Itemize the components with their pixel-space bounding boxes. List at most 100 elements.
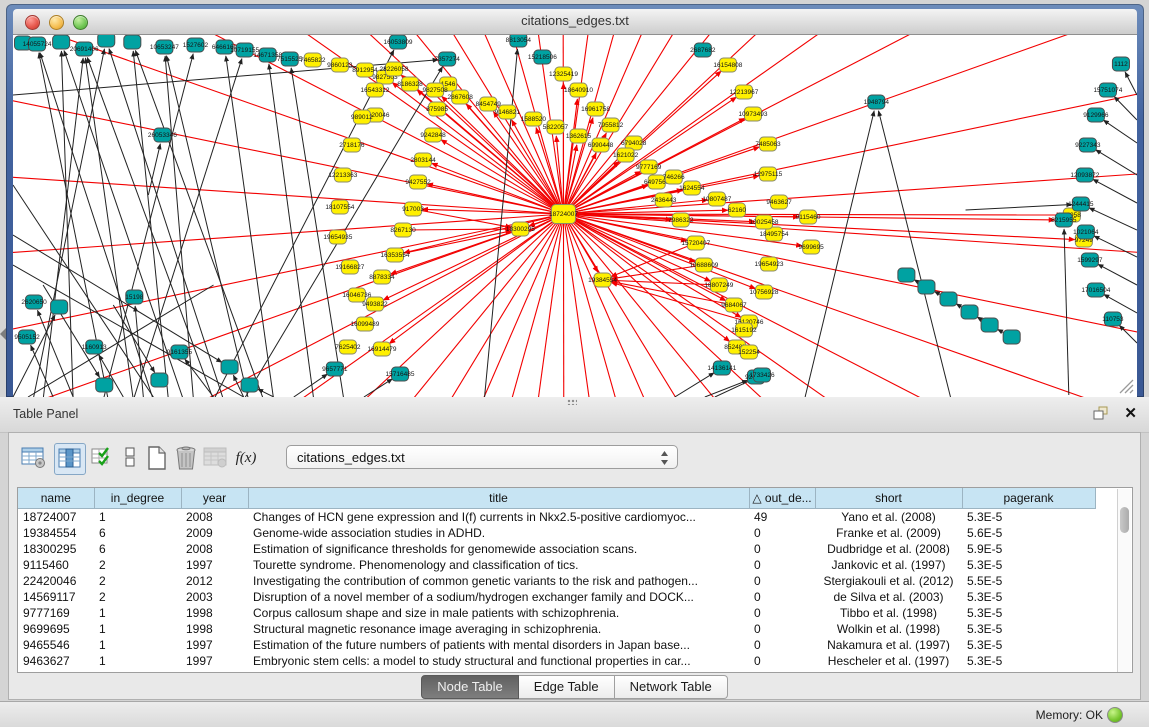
- network-node-7485063[interactable]: 7485063: [755, 137, 781, 151]
- network-node-15198[interactable]: 15198: [125, 290, 143, 304]
- column-header-filler[interactable]: [1095, 488, 1119, 509]
- table-row[interactable]: 1456911722003Disruption of a novel membe…: [18, 589, 1119, 605]
- table-row[interactable]: 2242004622012Investigating the contribut…: [18, 573, 1119, 589]
- network-node-875985[interactable]: 875985: [426, 102, 448, 116]
- network-node-1948794[interactable]: 1948794: [864, 95, 890, 109]
- panel-collapse-arrow-icon[interactable]: [0, 328, 6, 340]
- network-node-62160[interactable]: 62160: [728, 203, 746, 217]
- network-node[interactable]: [124, 35, 141, 49]
- column-header-name[interactable]: name: [18, 488, 94, 509]
- table-row[interactable]: 969969511998Structural magnetic resonanc…: [18, 621, 1119, 637]
- network-node-18300295[interactable]: 18300295: [506, 222, 535, 236]
- column-header-out_de[interactable]: △ out_de...: [749, 488, 815, 509]
- column-header-pagerank[interactable]: pagerank: [962, 488, 1095, 509]
- column-header-short[interactable]: short: [815, 488, 962, 509]
- network-node-9115460[interactable]: 9115460: [796, 210, 821, 224]
- table-row[interactable]: 1872400712008Changes of HCN gene express…: [18, 509, 1119, 526]
- scrollbar-thumb[interactable]: [1120, 507, 1129, 533]
- select-all-icon[interactable]: [88, 443, 118, 473]
- table-scrollbar[interactable]: [1117, 489, 1131, 672]
- tab-node-table[interactable]: Node Table: [421, 675, 519, 699]
- network-node-9227343[interactable]: 9227343: [1075, 138, 1101, 152]
- delete-table-icon[interactable]: [171, 443, 201, 473]
- network-node-7955812[interactable]: 7955812: [598, 118, 624, 132]
- network-node-7357274[interactable]: 7357274: [434, 52, 460, 66]
- network-node-2803144[interactable]: 2803144: [410, 153, 436, 167]
- function-builder-icon[interactable]: f(x): [231, 443, 261, 473]
- network-node[interactable]: [51, 300, 68, 314]
- table-row[interactable]: 946554611997Estimation of the future num…: [18, 637, 1119, 653]
- network-node-19654923[interactable]: 19654923: [755, 257, 784, 271]
- network-node-8813054[interactable]: 8813054: [506, 35, 532, 47]
- network-node-110753[interactable]: 110753: [1102, 312, 1124, 326]
- network-node-19166827[interactable]: 19166827: [335, 260, 364, 274]
- network-window-titlebar[interactable]: citations_edges.txt: [13, 9, 1137, 35]
- network-node-15218506[interactable]: 15218506: [528, 50, 557, 64]
- network-node-8267130[interactable]: 8267130: [390, 223, 416, 237]
- network-node-746266[interactable]: 746266: [663, 170, 685, 184]
- network-node-10756928[interactable]: 10756928: [750, 285, 779, 299]
- network-canvas[interactable]: 1872400718300295158852091468218454749286…: [13, 35, 1137, 397]
- column-header-year[interactable]: year: [181, 488, 248, 509]
- network-node-16353554[interactable]: 16353554: [381, 248, 410, 262]
- network-node-20691406[interactable]: 20691406: [70, 42, 99, 56]
- network-node-10653247[interactable]: 10653247: [150, 40, 179, 54]
- network-node[interactable]: [918, 280, 935, 294]
- network-node-9505152[interactable]: 9505152: [14, 330, 40, 344]
- network-node-9242848[interactable]: 9242848: [420, 128, 446, 142]
- network-node-2687682[interactable]: 2687682: [690, 43, 716, 57]
- network-node-9657771[interactable]: 9657771: [322, 362, 348, 376]
- new-table-icon[interactable]: [142, 443, 172, 473]
- network-node-2718176[interactable]: 2718176: [339, 138, 365, 152]
- network-node-18107554[interactable]: 18107554: [325, 200, 354, 214]
- network-node-17016504[interactable]: 17016504: [1081, 283, 1110, 297]
- network-node-7625402[interactable]: 7625402: [335, 340, 361, 354]
- network-node-1624554[interactable]: 1624554: [679, 181, 705, 195]
- tab-network-table[interactable]: Network Table: [615, 675, 728, 699]
- network-node-12093872[interactable]: 12093872: [1070, 168, 1099, 182]
- network-node-18724007[interactable]: 18724007: [549, 205, 578, 224]
- network-node-2620650[interactable]: 2620650: [21, 295, 47, 309]
- tab-edge-table[interactable]: Edge Table: [519, 675, 615, 699]
- table-row[interactable]: 911546021997Tourette syndrome. Phenomeno…: [18, 557, 1119, 573]
- column-header-title[interactable]: title: [248, 488, 749, 509]
- network-node-2867608[interactable]: 2867608: [448, 90, 474, 104]
- network-node[interactable]: [96, 378, 113, 392]
- network-node-15716485[interactable]: 15716485: [386, 367, 415, 381]
- network-node-16961758[interactable]: 16961758: [581, 102, 610, 116]
- float-panel-icon[interactable]: [1093, 406, 1109, 425]
- network-node[interactable]: [151, 373, 168, 387]
- network-node[interactable]: [940, 292, 957, 306]
- network-node-9427552[interactable]: 9427552: [405, 175, 431, 189]
- network-node[interactable]: [53, 35, 70, 49]
- network-node[interactable]: [1003, 330, 1020, 344]
- network-node[interactable]: [961, 305, 978, 319]
- network-node-16099489[interactable]: 16099489: [350, 317, 379, 331]
- network-node-14136141[interactable]: 14136141: [707, 361, 736, 375]
- network-node-5822057[interactable]: 5822057: [543, 120, 569, 134]
- network-node-16543312[interactable]: 16543312: [360, 83, 389, 97]
- column-header-in_degree[interactable]: in_degree: [94, 488, 181, 509]
- network-node[interactable]: [981, 318, 998, 332]
- network-node-15751074[interactable]: 15751074: [1093, 83, 1122, 97]
- memory-ok-indicator[interactable]: [1107, 707, 1123, 723]
- divider-grip-icon[interactable]: [567, 399, 577, 405]
- network-node-9860123[interactable]: 9860123: [327, 58, 353, 72]
- table-row[interactable]: 977716911998Corpus callosum shape and si…: [18, 605, 1119, 621]
- network-node-1527602[interactable]: 1527602: [183, 38, 209, 52]
- network-node[interactable]: [898, 268, 915, 282]
- network-node-12213967[interactable]: 12213967: [729, 85, 758, 99]
- network-node-16053809[interactable]: 16053809: [384, 35, 413, 49]
- network-node[interactable]: [221, 360, 238, 374]
- network-node-15720407[interactable]: 15720407: [681, 236, 710, 250]
- network-node-12325419[interactable]: 12325419: [549, 67, 578, 81]
- table-settings-icon[interactable]: [19, 443, 49, 473]
- table-row[interactable]: 946362711997Embryonic stem cells: a mode…: [18, 653, 1119, 669]
- network-node-9129966[interactable]: 9129966: [1083, 108, 1109, 122]
- network-node-9463627[interactable]: 9463627: [766, 195, 792, 209]
- network-node-16914479[interactable]: 16914479: [368, 342, 397, 356]
- network-node-19654935[interactable]: 19654935: [323, 230, 352, 244]
- table-row[interactable]: 1938455462009Genome-wide association stu…: [18, 525, 1119, 541]
- close-panel-icon[interactable]: ✕: [1124, 404, 1137, 422]
- network-node-18640910[interactable]: 18640910: [564, 83, 593, 97]
